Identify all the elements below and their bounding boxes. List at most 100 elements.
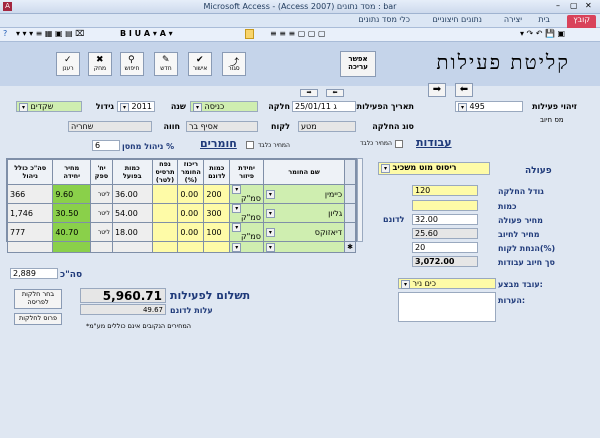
cell-concentration[interactable]: 0.00	[177, 184, 205, 204]
activity-label: פעולה	[525, 166, 552, 176]
chevron-down-icon[interactable]: ▾	[265, 242, 275, 252]
activity-id-field[interactable]: ▾ 495	[455, 101, 523, 112]
works-price-checkbox[interactable]	[395, 140, 403, 148]
col-per-dunam: כמות לדונם	[203, 159, 231, 185]
font-style-icons[interactable]: B I U A ▾ A ▾	[120, 29, 173, 38]
plot-field[interactable]: ▾ כניסה	[190, 101, 258, 112]
cell-per-dunam[interactable]	[203, 241, 231, 253]
close-icon[interactable]: ✕	[585, 1, 592, 10]
cell-per-dunam[interactable]: 200	[203, 184, 231, 204]
cell-spray-volume[interactable]	[151, 241, 179, 253]
next-record-button[interactable]: ➡	[428, 83, 446, 97]
plot-size-field[interactable]: 120	[412, 185, 478, 196]
chevron-down-icon[interactable]: ▾	[232, 204, 242, 213]
cell-total: 366	[6, 184, 54, 204]
tab-db-tools[interactable]: כלי מסד נתונים	[358, 15, 410, 24]
approve-button[interactable]: ✔ אישור	[188, 52, 212, 76]
cell-unit-price[interactable]: 40.70	[52, 222, 92, 242]
cell-unit[interactable]: ▾	[229, 241, 264, 253]
cell-unit-price[interactable]: 9.60	[52, 184, 92, 204]
date-next-button[interactable]: ➡	[300, 89, 318, 97]
farm-field: שחריה	[68, 121, 152, 132]
cell-unit-price[interactable]	[52, 241, 92, 253]
cell-material-name[interactable]: ▾ גליון	[262, 203, 346, 223]
cell-unit-price[interactable]: 30.50	[52, 203, 92, 223]
enable-edit-button[interactable]: אפשר עריכה	[340, 51, 376, 77]
activity-field[interactable]: ▾ ריסוס מוט משכיב	[378, 162, 490, 175]
chevron-down-icon[interactable]: ▾	[458, 103, 467, 112]
delete-button[interactable]: ✖ מחק	[88, 52, 112, 76]
materials-link[interactable]: חומרים	[200, 137, 237, 150]
worker-field[interactable]: ▾ כים ניר	[398, 278, 496, 289]
date-field[interactable]: 25/01/11 ג	[292, 101, 356, 112]
close-form-button[interactable]: ⤴ סגור	[222, 52, 246, 76]
cost-per-dunam-field: 49.67	[80, 304, 166, 315]
col-supplier-unit: יח' ספק	[90, 159, 113, 185]
cell-concentration[interactable]: 0.00	[177, 222, 205, 242]
search-button[interactable]: ⚲ חיפוש	[120, 52, 144, 76]
tab-external-data[interactable]: נתונים חיצוניים	[432, 15, 482, 24]
chevron-down-icon[interactable]: ▾	[232, 223, 242, 232]
row-selector[interactable]	[344, 222, 356, 242]
choose-plots-button[interactable]: בחר חלקות לפריסה	[14, 289, 62, 309]
grid-scrollbar[interactable]	[357, 158, 363, 242]
chevron-down-icon[interactable]: ▾	[19, 103, 28, 112]
access-app-icon[interactable]: A	[3, 2, 12, 11]
cell-unit[interactable]: ▾ סמ"ק	[229, 184, 264, 204]
cell-concentration[interactable]	[177, 241, 205, 253]
minimize-icon[interactable]: –	[556, 1, 560, 10]
chevron-down-icon[interactable]: ▾	[232, 185, 242, 194]
chevron-down-icon[interactable]: ▾	[265, 227, 275, 237]
price-field[interactable]: 32.00	[412, 214, 478, 225]
cell-spray-volume[interactable]	[151, 184, 179, 204]
align-icons[interactable]: ≡ ≡ ≡ ▢ ▢ ▢	[270, 29, 326, 38]
table-row[interactable]: ▾ כיימין ▾ סמ"ק 200 0.00 36.00 ליטר 9.60 3…	[6, 184, 356, 204]
prev-record-button[interactable]: ⬅	[455, 83, 473, 97]
table-row[interactable]: ▾ גליון ▾ סמ"ק 300 0.00 54.00 ליטר 30.50 1…	[6, 203, 356, 223]
year-field[interactable]: ▾ 2011	[117, 101, 155, 112]
cell-spray-volume[interactable]	[151, 222, 179, 242]
chevron-down-icon[interactable]: ▾	[381, 164, 390, 173]
chevron-down-icon[interactable]: ▾	[401, 280, 410, 289]
qat-icons[interactable]: ▾ ↷ ↶ 💾 ▣	[520, 29, 565, 38]
chevron-down-icon[interactable]: ▾	[232, 242, 242, 252]
cell-material-name[interactable]: ▾ כיימין	[262, 184, 346, 204]
maximize-icon[interactable]: ▢	[570, 1, 578, 10]
date-prev-button[interactable]: ⬅	[326, 89, 344, 97]
tab-create[interactable]: יצירה	[504, 15, 522, 24]
format-icons[interactable]: ▾ ▾ ▾ ≡ ▦ ▣ ▤ ⌧	[16, 29, 84, 38]
cell-per-dunam[interactable]: 100	[203, 222, 231, 242]
chevron-down-icon[interactable]: ▾	[193, 103, 202, 112]
chevron-down-icon[interactable]: ▾	[120, 103, 129, 112]
qty-field[interactable]	[412, 200, 478, 211]
cell-spray-volume[interactable]	[151, 203, 179, 223]
row-selector[interactable]	[344, 203, 356, 223]
works-link[interactable]: עבודות	[416, 136, 452, 149]
new-record-button[interactable]: ✎ חדש	[154, 52, 178, 76]
chevron-down-icon[interactable]: ▾	[265, 208, 275, 218]
refresh-button[interactable]: ✓ רענן	[56, 52, 80, 76]
cell-material-name[interactable]: ▾ דיאזוקס	[262, 222, 346, 242]
mgmt-pct-field[interactable]: 6	[92, 140, 120, 151]
notes-field[interactable]	[398, 292, 496, 322]
worker-label: עובד מבצע:	[498, 280, 543, 289]
cell-unit[interactable]: ▾ סמ"ק	[229, 203, 264, 223]
window-title: Microsoft Access - (Access 2007) מסד נתו…	[203, 2, 397, 11]
cell-unit[interactable]: ▾ סמ"ק	[229, 222, 264, 242]
cell-per-dunam[interactable]: 300	[203, 203, 231, 223]
new-row[interactable]: ✱ ▾ ▾	[6, 241, 356, 253]
payment-field: 5,960.71	[80, 288, 166, 303]
discount-field[interactable]: 20	[412, 242, 478, 253]
tab-home[interactable]: בית	[538, 15, 550, 24]
materials-price-checkbox[interactable]	[246, 141, 254, 149]
chevron-down-icon[interactable]: ▾	[265, 189, 275, 199]
tab-file[interactable]: קובץ	[567, 15, 596, 28]
help-icon[interactable]: ?	[3, 29, 7, 38]
crop-field[interactable]: ▾ שקדים	[16, 101, 82, 112]
cell-material-name[interactable]: ▾	[262, 241, 346, 253]
highlight-icon[interactable]	[245, 29, 254, 39]
table-row[interactable]: ▾ דיאזוקס ▾ סמ"ק 100 0.00 18.00 ליטר 40.70…	[6, 222, 356, 242]
cell-concentration[interactable]: 0.00	[177, 203, 205, 223]
row-selector[interactable]	[344, 184, 356, 204]
spread-plots-button[interactable]: פרוס לחלקות	[14, 313, 62, 325]
